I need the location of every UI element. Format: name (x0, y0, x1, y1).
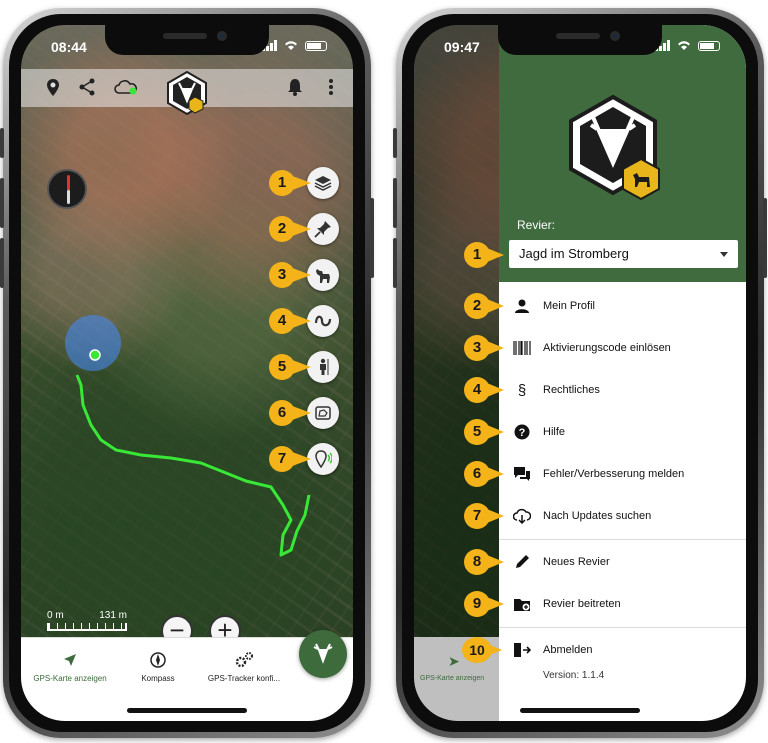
barcode-icon (513, 339, 531, 357)
status-time: 08:44 (51, 39, 87, 55)
menu-divider (499, 539, 746, 540)
current-location-dot (89, 349, 101, 361)
nav-compass[interactable]: Kompass (111, 652, 205, 683)
bezel: ➤ GPS-Karte anzeigen 09:47 Revier: Jagd … (402, 14, 758, 732)
track-icon (314, 315, 332, 327)
dog-icon (316, 269, 330, 283)
home-indicator[interactable] (520, 708, 640, 713)
menu-divider (499, 627, 746, 628)
screen-left: 08:44 1 2 3 4 5 6 7 0 m 131 m − + GPS-Ka… (21, 25, 353, 721)
hunter-button[interactable] (307, 351, 339, 383)
background-nav-label: GPS-Karte anzeigen (420, 675, 485, 682)
bezel: 08:44 1 2 3 4 5 6 7 0 m 131 m − + GPS-Ka… (9, 14, 365, 732)
revier-selected-value: Jagd im Stromberg (519, 246, 629, 261)
menu-item-updates[interactable]: Nach Updates suchen (499, 498, 746, 534)
scale-start-label: 0 m (47, 610, 64, 621)
map-toolbar (21, 69, 353, 115)
logout-icon (513, 641, 531, 659)
layers-button[interactable] (307, 167, 339, 199)
svg-text:?: ? (519, 427, 526, 439)
notch (498, 25, 662, 55)
menu-item-join-revier[interactable]: Revier beitreten (499, 586, 746, 622)
hunting-logo (569, 95, 660, 201)
menu-item-activation-code[interactable]: Aktivierungscode einlösen (499, 330, 746, 366)
dog-button[interactable] (307, 259, 339, 291)
hunter-icon (320, 358, 329, 375)
menu-item-feedback[interactable]: Fehler/Verbesserung melden (499, 456, 746, 492)
volume-up-button (0, 178, 4, 228)
map-area-button[interactable] (307, 397, 339, 429)
power-button (763, 198, 767, 278)
notch (105, 25, 269, 55)
gears-icon (197, 652, 291, 674)
phone-right: ➤ GPS-Karte anzeigen 09:47 Revier: Jagd … (393, 8, 767, 738)
pin-button[interactable] (307, 213, 339, 245)
home-indicator[interactable] (127, 708, 247, 713)
bell-icon[interactable] (285, 78, 305, 98)
help-icon: ? (513, 423, 531, 441)
menu-item-profile[interactable]: Mein Profil (499, 288, 746, 324)
phone-left: 08:44 1 2 3 4 5 6 7 0 m 131 m − + GPS-Ka… (0, 8, 374, 738)
wifi-icon (678, 41, 690, 50)
navigation-drawer: Revier: Jagd im Stromberg Mein Profil Ak… (499, 25, 746, 721)
map-compass[interactable] (47, 169, 87, 209)
nav-label: Kompass (141, 674, 175, 683)
hunting-logo (167, 71, 207, 115)
stage: 08:44 1 2 3 4 5 6 7 0 m 131 m − + GPS-Ka… (0, 0, 768, 743)
nav-gps-tracker[interactable]: GPS-Tracker konfi... (197, 652, 291, 683)
feedback-icon (513, 465, 531, 483)
scale-end-label: 131 m (99, 610, 127, 621)
wifi-icon (285, 41, 297, 50)
map-marker-icon[interactable] (43, 78, 63, 98)
dropdown-caret-icon (720, 252, 728, 257)
screen-right: ➤ GPS-Karte anzeigen 09:47 Revier: Jagd … (414, 25, 746, 721)
nav-label: GPS-Tracker konfi... (207, 674, 281, 683)
cloud-download-icon (513, 507, 531, 525)
app-version: Version: 1.1.4 (543, 670, 605, 681)
nav-label: GPS-Karte anzeigen (33, 674, 107, 683)
person-icon (513, 297, 531, 315)
mute-switch (0, 128, 4, 158)
power-button (370, 198, 374, 278)
battery-icon (698, 40, 720, 51)
volume-down-button (393, 238, 397, 288)
stag-icon (313, 643, 333, 664)
share-icon[interactable] (77, 78, 97, 98)
volume-down-button (0, 238, 4, 288)
mute-switch (393, 128, 397, 158)
revier-label: Revier: (517, 218, 556, 232)
pin-icon (314, 221, 331, 238)
hunt-action-button[interactable] (299, 630, 347, 678)
more-vert-icon[interactable] (321, 78, 341, 98)
volume-up-button (393, 178, 397, 228)
gps-signal-icon (315, 450, 332, 468)
folder-add-icon (513, 595, 531, 613)
status-time: 09:47 (444, 39, 480, 55)
navigation-arrow-icon: ➤ (448, 653, 460, 669)
navigation-arrow-icon (23, 652, 117, 674)
menu-item-logout[interactable]: Abmelden (499, 632, 746, 668)
revier-dropdown[interactable]: Jagd im Stromberg (509, 240, 738, 268)
gps-signal-button[interactable] (307, 443, 339, 475)
compass-icon (111, 652, 205, 674)
menu-item-help[interactable]: ? Hilfe (499, 414, 746, 450)
battery-icon (305, 40, 327, 51)
paragraph-icon: § (517, 381, 527, 399)
menu-item-legal[interactable]: § Rechtliches (499, 372, 746, 408)
layers-icon (314, 176, 332, 191)
track-button[interactable] (307, 305, 339, 337)
cloud-sync-icon[interactable] (113, 78, 139, 98)
nav-gps-map[interactable]: GPS-Karte anzeigen (23, 652, 117, 683)
map-area-icon (315, 406, 331, 420)
pencil-icon (513, 553, 531, 571)
menu-item-new-revier[interactable]: Neues Revier (499, 544, 746, 580)
location-accuracy-circle (65, 315, 121, 371)
map-scale: 0 m 131 m (47, 610, 127, 631)
